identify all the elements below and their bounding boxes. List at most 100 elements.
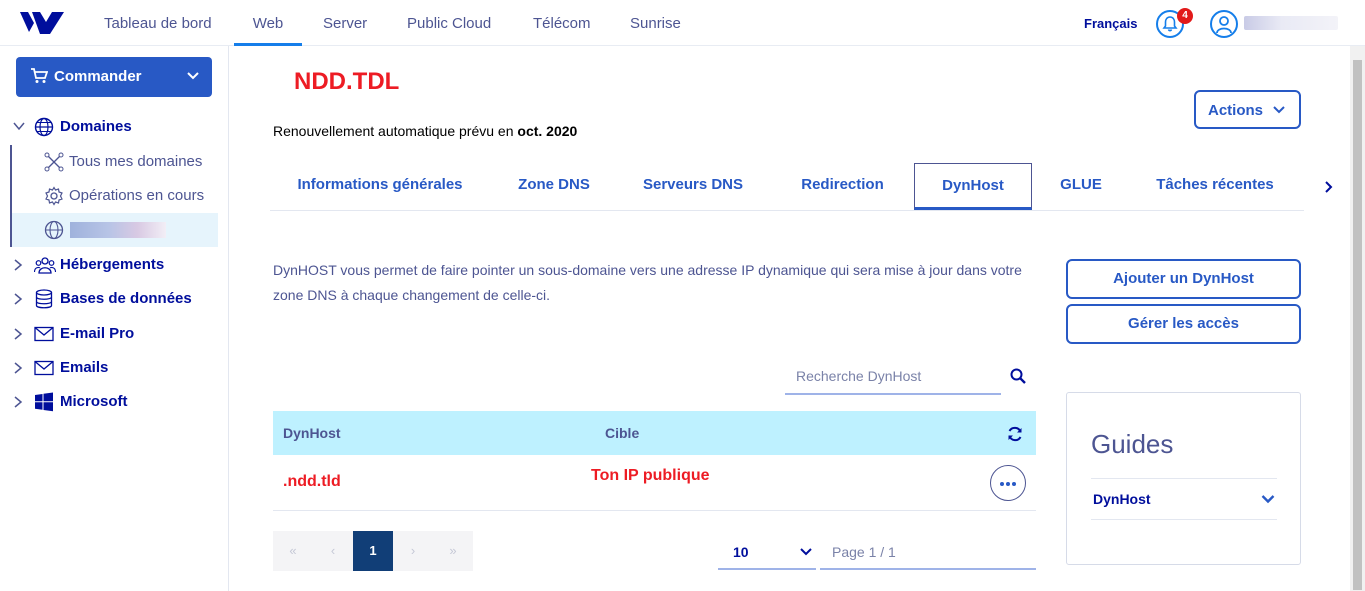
page-title: NDD.TDL [294,68,400,95]
ellipsis-icon [1000,482,1016,486]
items-per-page-value: 10 [733,544,749,560]
top-navigation-bar: Tableau de bord Web Server Public Cloud … [0,0,1365,46]
pagination: « ‹ 1 › » [273,531,473,571]
sidebar-item-email-pro[interactable]: E-mail Pro [0,317,229,351]
gear-icon [45,186,63,206]
nav-server[interactable]: Server [323,0,367,46]
network-icon [44,152,64,172]
ovh-logo[interactable] [18,8,66,38]
first-page-button[interactable]: « [273,531,313,571]
scrollbar-thumb[interactable] [1353,60,1362,590]
items-per-page-select[interactable]: 10 [718,536,816,570]
sidebar-item-label: Opérations en cours [69,187,205,204]
chevron-right-icon [14,328,23,340]
sidebar-item-label: Bases de données [60,290,192,307]
envelope-icon [34,360,54,376]
search-input[interactable] [785,359,1001,393]
globe-icon [34,117,54,137]
actions-button[interactable]: Actions [1194,90,1301,129]
bell-icon [1162,16,1178,32]
chevron-down-icon [1261,495,1275,504]
sidebar-item-microsoft[interactable]: Microsoft [0,385,229,419]
sidebar-item-domaines[interactable]: Domaines [0,110,229,144]
users-icon [34,257,56,274]
nav-public-cloud[interactable]: Public Cloud [407,0,491,46]
target-cell: Ton IP publique [591,467,710,484]
guide-item-label: DynHost [1093,491,1151,507]
sidebar: Commander Domaines Tous mes domaines Opé… [0,46,229,591]
nav-telecom[interactable]: Télécom [533,0,591,46]
tab-redirection[interactable]: Redirection [780,163,905,210]
dynhost-cell: .ndd.tld [283,473,341,490]
next-page-button[interactable]: › [393,531,433,571]
row-actions-button[interactable] [990,465,1026,501]
nav-tableau-de-bord[interactable]: Tableau de bord [104,0,212,46]
chevron-right-icon [14,396,23,408]
add-dynhost-button[interactable]: Ajouter un DynHost [1066,259,1301,299]
guides-title: Guides [1091,429,1174,459]
tab-zone-dns[interactable]: Zone DNS [504,163,604,210]
sidebar-item-label: Domaines [60,118,132,135]
tab-dynhost[interactable]: DynHost [914,163,1032,210]
refresh-icon[interactable] [1007,426,1023,442]
renewal-info: Renouvellement automatique prévu en oct.… [273,123,577,139]
user-icon [1216,16,1232,33]
manage-access-button[interactable]: Gérer les accès [1066,304,1301,344]
tab-serveurs-dns[interactable]: Serveurs DNS [628,163,758,210]
tab-bar: Informations générales Zone DNS Serveurs… [270,163,1304,211]
user-name-redacted [1244,16,1338,30]
current-page-button[interactable]: 1 [353,531,393,571]
renewal-text: Renouvellement automatique prévu en [273,123,518,139]
page-scrollbar[interactable] [1350,46,1365,591]
search-field [785,359,1001,395]
column-header-cible[interactable]: Cible [605,425,639,441]
order-button[interactable]: Commander [16,57,212,97]
sidebar-item-bases-de-donnees[interactable]: Bases de données [0,282,229,316]
column-header-dynhost[interactable]: DynHost [283,425,341,441]
domain-name-redacted [70,222,166,238]
database-icon [35,289,53,309]
table-row: .ndd.tld Ton IP publique [273,455,1036,511]
chevron-right-icon [14,259,23,271]
chevron-down-icon [800,548,812,556]
order-button-label: Commander [54,68,142,85]
page-info-text: Page 1 / 1 [832,544,896,560]
dynhost-description: DynHOST vous permet de faire pointer un … [273,262,1022,303]
sidebar-item-label: E-mail Pro [60,325,135,342]
renewal-date: oct. 2020 [517,123,578,139]
chevron-down-icon [13,122,25,131]
page-info: Page 1 / 1 [820,536,1036,570]
sidebar-item-label: Microsoft [60,393,128,410]
language-selector[interactable]: Français [1084,16,1137,31]
chevron-right-icon [14,293,23,305]
sidebar-item-label: Tous mes domaines [69,153,203,170]
chevron-down-icon [187,72,199,80]
previous-page-button[interactable]: ‹ [313,531,353,571]
table-header: DynHost Cible [273,411,1036,455]
search-icon[interactable] [1010,368,1026,384]
guide-item-dynhost[interactable]: DynHost [1091,478,1277,520]
sidebar-item-emails[interactable]: Emails [0,351,229,385]
main-content: NDD.TDL Renouvellement automatique prévu… [230,46,1350,591]
chevron-right-icon [14,362,23,374]
sidebar-item-label: Emails [60,359,109,376]
globe-icon [44,220,64,240]
tab-informations-generales[interactable]: Informations générales [280,163,480,210]
user-account-button[interactable] [1210,10,1238,38]
sidebar-item-operations[interactable]: Opérations en cours [10,179,218,213]
sidebar-item-label: Hébergements [60,256,165,273]
envelope-icon [34,326,54,342]
sidebar-item-all-domains[interactable]: Tous mes domaines [10,145,218,179]
cart-icon [31,68,48,83]
tab-glue[interactable]: GLUE [1052,163,1110,210]
tab-taches-recentes[interactable]: Tâches récentes [1140,163,1290,210]
notification-count-badge: 4 [1177,8,1193,24]
last-page-button[interactable]: » [433,531,473,571]
nav-sunrise[interactable]: Sunrise [630,0,681,46]
windows-icon [35,392,53,412]
sidebar-item-selected-domain[interactable] [10,213,218,247]
chevron-right-icon[interactable] [1324,180,1334,194]
sidebar-item-hebergements[interactable]: Hébergements [0,248,229,282]
guides-panel: Guides DynHost [1066,392,1301,565]
nav-web[interactable]: Web [234,0,302,46]
